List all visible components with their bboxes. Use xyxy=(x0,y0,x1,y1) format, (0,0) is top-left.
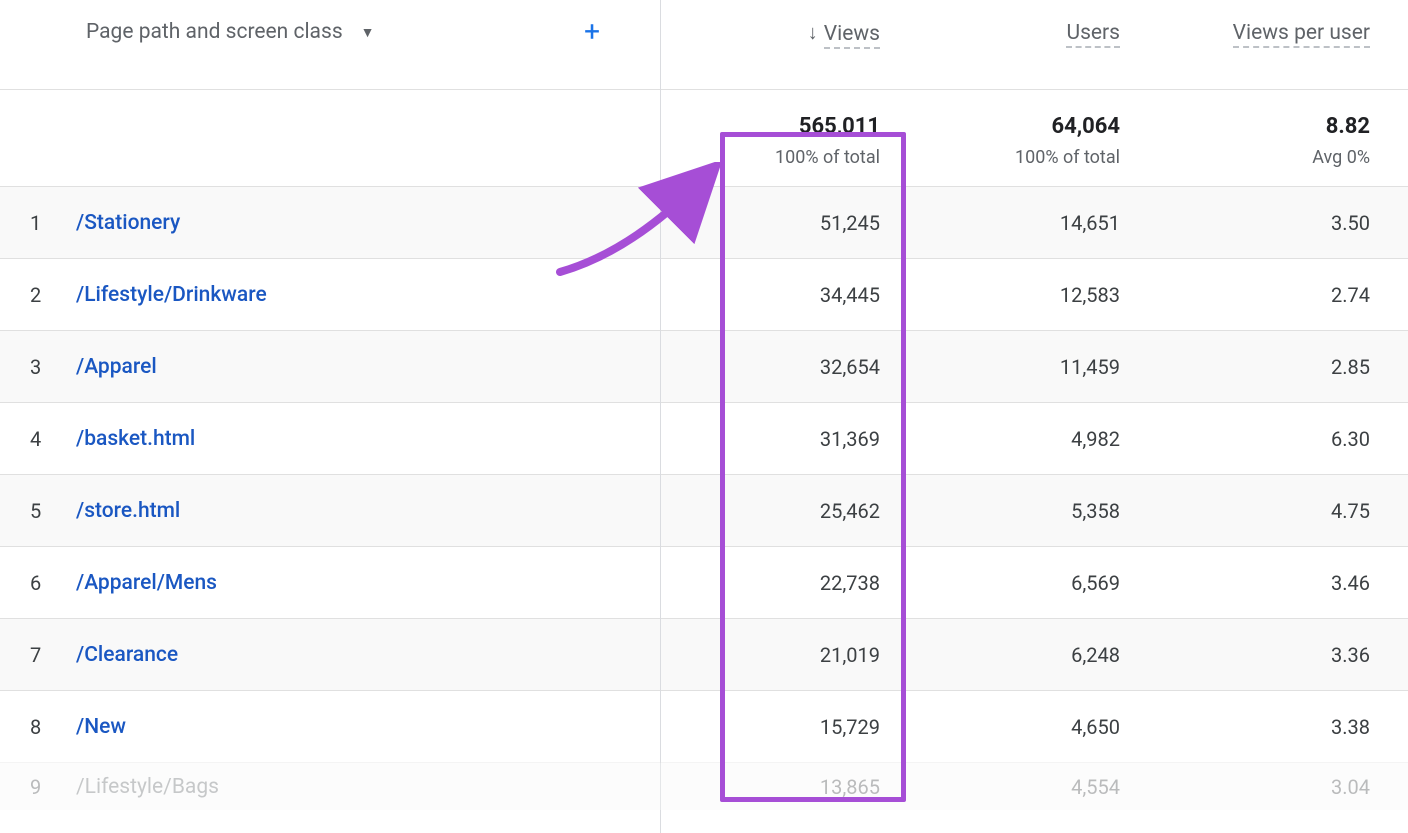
row-index: 3 xyxy=(0,355,76,379)
cell-views: 22,738 xyxy=(660,571,900,595)
cell-views: 32,654 xyxy=(660,355,900,379)
chevron-down-icon[interactable]: ▼ xyxy=(361,24,375,41)
table-row[interactable]: 8/New15,7294,6503.38 xyxy=(0,690,1408,762)
cell-vpu: 3.04 xyxy=(1140,775,1400,799)
page-path-link[interactable]: /Apparel xyxy=(76,355,660,379)
cell-users: 14,651 xyxy=(900,211,1140,235)
row-index: 4 xyxy=(0,427,76,451)
row-index: 7 xyxy=(0,643,76,667)
column-divider xyxy=(660,0,661,833)
page-path-link[interactable]: /store.html xyxy=(76,499,660,523)
table-row[interactable]: 9/Lifestyle/Bags13,8654,5543.04 xyxy=(0,762,1408,810)
total-users: 64,064 xyxy=(900,114,1120,139)
totals-row: 565,011 100% of total 64,064 100% of tot… xyxy=(0,89,1408,186)
row-index: 2 xyxy=(0,283,76,307)
col-header-views-per-user[interactable]: Views per user xyxy=(1233,21,1370,48)
table-row[interactable]: 6/Apparel/Mens22,7386,5693.46 xyxy=(0,546,1408,618)
table-row[interactable]: 3/Apparel32,65411,4592.85 xyxy=(0,330,1408,402)
cell-users: 11,459 xyxy=(900,355,1140,379)
report-table: Page path and screen class ▼ + ↓Views Us… xyxy=(0,0,1408,833)
row-index: 1 xyxy=(0,211,76,235)
col-header-views[interactable]: Views xyxy=(824,22,880,49)
cell-vpu: 3.38 xyxy=(1140,715,1400,739)
page-path-link[interactable]: /basket.html xyxy=(76,427,660,451)
cell-vpu: 2.85 xyxy=(1140,355,1400,379)
add-dimension-button[interactable]: + xyxy=(584,18,600,46)
cell-users: 4,982 xyxy=(900,427,1140,451)
table-row[interactable]: 5/store.html25,4625,3584.75 xyxy=(0,474,1408,546)
cell-views: 31,369 xyxy=(660,427,900,451)
cell-views: 21,019 xyxy=(660,643,900,667)
total-views: 565,011 xyxy=(660,114,880,139)
table-row[interactable]: 4/basket.html31,3694,9826.30 xyxy=(0,402,1408,474)
cell-vpu: 4.75 xyxy=(1140,499,1400,523)
table-row[interactable]: 1/Stationery51,24514,6513.50 xyxy=(0,186,1408,258)
row-index: 9 xyxy=(0,775,76,799)
cell-vpu: 3.46 xyxy=(1140,571,1400,595)
cell-views: 25,462 xyxy=(660,499,900,523)
cell-views: 15,729 xyxy=(660,715,900,739)
cell-users: 4,554 xyxy=(900,775,1140,799)
page-path-link[interactable]: /Apparel/Mens xyxy=(76,571,660,595)
dimension-picker[interactable]: Page path and screen class xyxy=(86,20,343,44)
page-path-link[interactable]: /Lifestyle/Drinkware xyxy=(76,283,660,307)
table-header: Page path and screen class ▼ + ↓Views Us… xyxy=(0,0,1408,89)
row-index: 8 xyxy=(0,715,76,739)
cell-vpu: 6.30 xyxy=(1140,427,1400,451)
row-index: 5 xyxy=(0,499,76,523)
cell-views: 13,865 xyxy=(660,775,900,799)
page-path-link[interactable]: /Clearance xyxy=(76,643,660,667)
total-users-sub: 100% of total xyxy=(900,147,1120,168)
table-row[interactable]: 2/Lifestyle/Drinkware34,44512,5832.74 xyxy=(0,258,1408,330)
col-header-users[interactable]: Users xyxy=(1066,21,1120,48)
cell-users: 6,569 xyxy=(900,571,1140,595)
sort-desc-icon[interactable]: ↓ xyxy=(808,20,818,44)
cell-views: 51,245 xyxy=(660,211,900,235)
total-vpu-sub: Avg 0% xyxy=(1140,147,1370,168)
page-path-link[interactable]: /Stationery xyxy=(76,211,660,235)
cell-users: 6,248 xyxy=(900,643,1140,667)
total-vpu: 8.82 xyxy=(1140,114,1370,139)
total-views-sub: 100% of total xyxy=(660,147,880,168)
cell-vpu: 3.50 xyxy=(1140,211,1400,235)
cell-users: 12,583 xyxy=(900,283,1140,307)
cell-views: 34,445 xyxy=(660,283,900,307)
cell-users: 4,650 xyxy=(900,715,1140,739)
cell-vpu: 3.36 xyxy=(1140,643,1400,667)
cell-vpu: 2.74 xyxy=(1140,283,1400,307)
row-index: 6 xyxy=(0,571,76,595)
page-path-link[interactable]: /New xyxy=(76,715,660,739)
cell-users: 5,358 xyxy=(900,499,1140,523)
page-path-link[interactable]: /Lifestyle/Bags xyxy=(76,775,660,799)
table-row[interactable]: 7/Clearance21,0196,2483.36 xyxy=(0,618,1408,690)
